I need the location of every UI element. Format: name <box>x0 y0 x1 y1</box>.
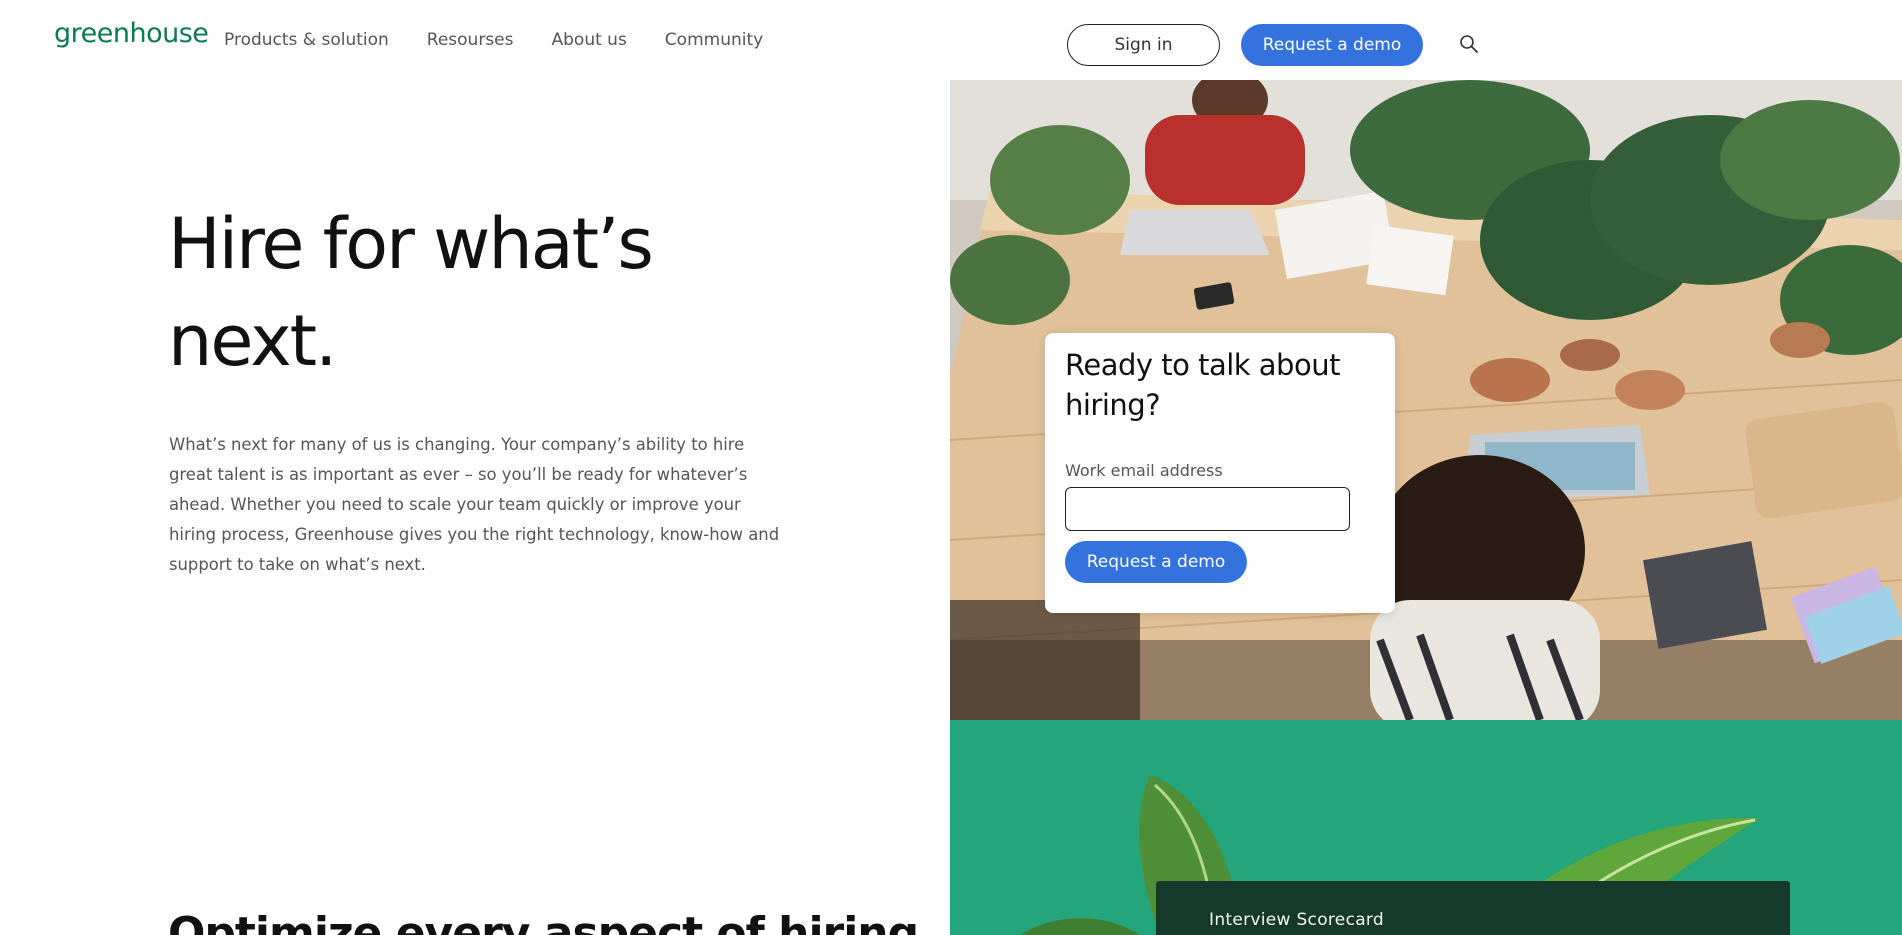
nav-about-us[interactable]: About us <box>552 30 627 50</box>
sign-in-button[interactable]: Sign in <box>1067 24 1220 66</box>
greenhouse-logo[interactable]: greenhouse <box>54 20 209 47</box>
section-heading: Optimize every aspect of hiring <box>168 908 919 935</box>
nav-products-solution[interactable]: Products & solution <box>224 30 389 50</box>
demo-card-title: Ready to talk about hiring? <box>1065 348 1340 422</box>
scorecard-title: Interview Scorecard <box>1209 910 1385 930</box>
work-email-input[interactable] <box>1065 487 1350 531</box>
demo-request-card: Ready to talk about hiring? Work email a… <box>1045 333 1395 613</box>
header-request-demo-button[interactable]: Request a demo <box>1241 24 1423 66</box>
work-email-label: Work email address <box>1065 461 1223 480</box>
main-nav: Products & solution Resourses About us C… <box>224 30 801 50</box>
nav-resources[interactable]: Resourses <box>427 30 514 50</box>
green-feature-panel: Interview Scorecard <box>950 720 1902 935</box>
site-header: greenhouse Products & solution Resourses… <box>0 0 1902 80</box>
hero-title-line-2: next. <box>168 300 337 382</box>
interview-scorecard: Interview Scorecard <box>1156 881 1790 935</box>
hero-title-line-1: Hire for what’s <box>168 203 654 285</box>
card-request-demo-button[interactable]: Request a demo <box>1065 541 1247 583</box>
page: greenhouse Products & solution Resourses… <box>0 0 1902 935</box>
search-icon[interactable] <box>1459 34 1479 54</box>
hero-title: Hire for what’s next. <box>168 196 728 390</box>
hero-body-text: What’s next for many of us is changing. … <box>169 435 780 574</box>
nav-community[interactable]: Community <box>665 30 763 50</box>
